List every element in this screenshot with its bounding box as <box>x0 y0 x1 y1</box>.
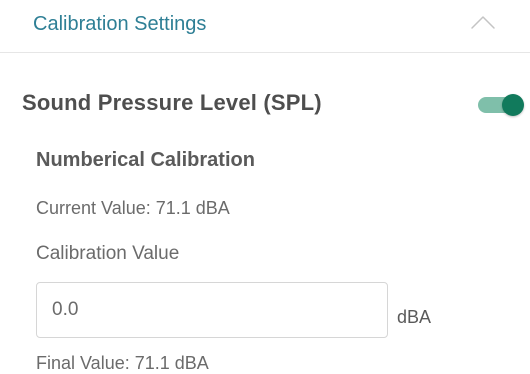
calibration-settings-header[interactable]: Calibration Settings <box>0 0 530 53</box>
spl-section-title: Sound Pressure Level (SPL) <box>22 90 322 115</box>
current-value-text: Current Value: 71.1 dBA <box>36 198 230 218</box>
calibration-settings-title: Calibration Settings <box>33 13 207 35</box>
numerical-calibration-title: Numberical Calibration <box>36 149 255 171</box>
chevron-up-icon[interactable] <box>470 14 496 30</box>
calibration-value-label: Calibration Value <box>36 243 180 264</box>
calibration-value-input[interactable] <box>36 282 388 338</box>
spl-toggle[interactable] <box>478 94 524 116</box>
final-value-text: Final Value: 71.1 dBA <box>36 353 209 373</box>
spl-toggle-knob <box>502 94 524 116</box>
calibration-settings-panel: Calibration Settings Sound Pressure Leve… <box>0 0 530 374</box>
calibration-unit-label: dBA <box>397 307 432 327</box>
